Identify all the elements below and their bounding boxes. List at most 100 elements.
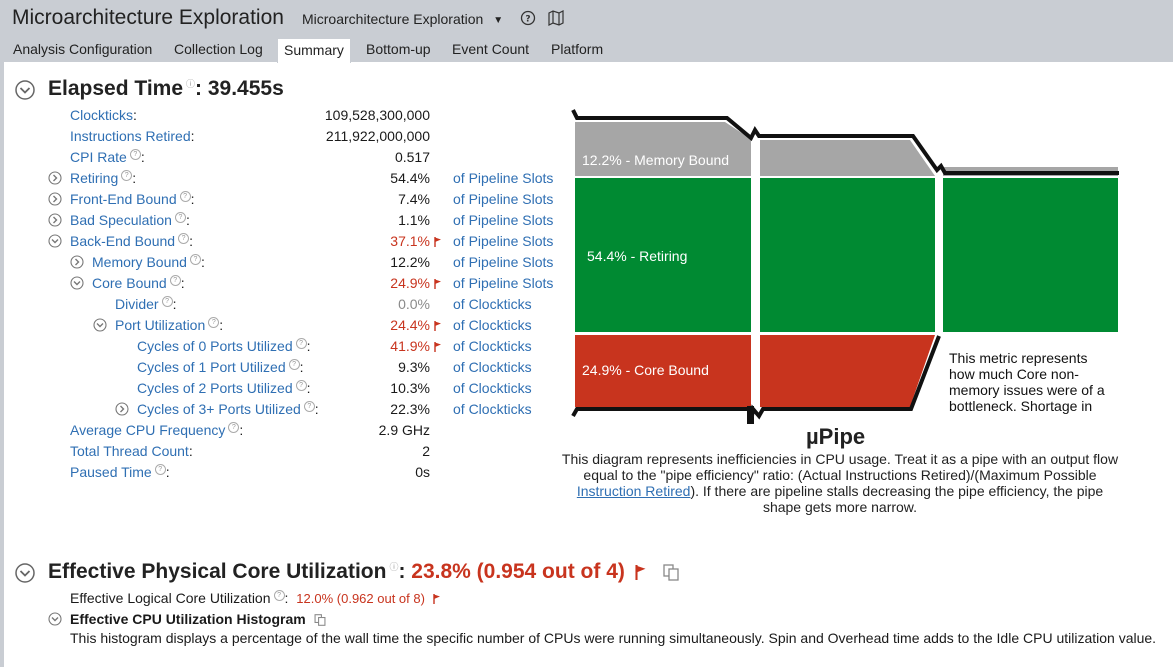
elapsed-time-heading: Elapsed Time ⓘ: 39.455s: [48, 77, 284, 101]
expand-row-icon[interactable]: [48, 213, 62, 227]
metric-value-text: 0s: [415, 464, 430, 480]
flag-icon: [434, 279, 441, 290]
metric-value: 54.4%: [280, 168, 430, 188]
collapse-row-icon[interactable]: [48, 234, 62, 248]
metric-label[interactable]: Clockticks: [70, 107, 133, 123]
help-icon[interactable]: ?: [154, 464, 166, 476]
tab-collection-log[interactable]: Collection Log: [168, 38, 269, 60]
copy-icon[interactable]: [662, 564, 679, 581]
expand-row-icon[interactable]: [115, 402, 129, 416]
metric-unit: of Clockticks: [453, 317, 532, 333]
help-icon[interactable]: ?: [129, 149, 141, 161]
metric-label[interactable]: Cycles of 1 Port Utilized: [137, 359, 286, 375]
collapse-section-icon[interactable]: [15, 80, 35, 100]
metric-value: 41.9%: [280, 336, 442, 356]
metric-row: Back-End Bound?:: [70, 233, 193, 249]
tab-event-count[interactable]: Event Count: [446, 38, 535, 60]
help-icon[interactable]: ?: [169, 275, 181, 287]
metric-value-text: 41.9%: [390, 338, 430, 354]
elapsed-time-value: : 39.455s: [195, 77, 284, 100]
collapse-section-icon[interactable]: [15, 563, 35, 583]
metric-value-text: 0.517: [394, 149, 430, 165]
metric-label[interactable]: Core Bound: [92, 275, 167, 291]
metric-label[interactable]: CPI Rate: [70, 149, 127, 165]
metric-unit: of Pipeline Slots: [453, 254, 554, 270]
metric-label[interactable]: Divider: [115, 296, 159, 312]
histogram-description: This histogram displays a percentage of …: [70, 630, 1157, 646]
tooltip: This metric represents how much Core non…: [949, 350, 1105, 414]
metric-label[interactable]: Total Thread Count: [70, 443, 189, 459]
metric-value: 10.3%: [280, 378, 430, 398]
app-title: Microarchitecture Exploration: [12, 6, 284, 29]
expand-row-icon[interactable]: [48, 171, 62, 185]
metric-row: Instructions Retired:: [70, 128, 195, 144]
logical-utilization-value: 12.0% (0.962 out of 8): [296, 591, 425, 606]
tab-summary[interactable]: Summary: [277, 38, 351, 63]
metric-label[interactable]: Back-End Bound: [70, 233, 175, 249]
metric-value-text: 22.3%: [390, 401, 430, 417]
help-icon[interactable]: ?: [208, 317, 220, 329]
histogram-title: Effective CPU Utilization Histogram: [70, 611, 306, 627]
help-icon[interactable]: ?: [178, 233, 190, 245]
tab-analysis-configuration[interactable]: Analysis Configuration: [7, 38, 158, 60]
help-icon[interactable]: ?: [520, 10, 536, 26]
help-icon[interactable]: ?: [228, 422, 240, 434]
metric-value-text: 54.4%: [390, 170, 430, 186]
metric-label[interactable]: Average CPU Frequency: [70, 422, 225, 438]
flag-icon: [635, 564, 646, 580]
pipe-caption-text-end: ). If there are pipeline stalls decreasi…: [690, 483, 1104, 515]
metric-label[interactable]: Cycles of 2 Ports Utilized: [137, 380, 293, 396]
expand-row-icon[interactable]: [70, 255, 84, 269]
tab-bottom-up[interactable]: Bottom-up: [360, 38, 437, 60]
help-icon[interactable]: ?: [273, 590, 285, 602]
metric-label[interactable]: Instructions Retired: [70, 128, 191, 144]
metric-value: 12.2%: [280, 252, 430, 272]
collapse-row-icon[interactable]: [93, 318, 107, 332]
metric-unit: of Pipeline Slots: [453, 275, 554, 291]
help-icon[interactable]: ?: [121, 170, 133, 182]
core-utilization-separator: :: [398, 560, 406, 583]
metric-value: 109,528,300,000: [280, 105, 430, 125]
metric-label[interactable]: Front-End Bound: [70, 191, 177, 207]
flag-icon: [434, 321, 441, 332]
expand-row-icon[interactable]: [48, 192, 62, 206]
help-icon[interactable]: ?: [179, 191, 191, 203]
metric-unit: of Clockticks: [453, 380, 532, 396]
viewpoint-selector[interactable]: Microarchitecture Exploration ▼: [302, 11, 503, 27]
pipe-core-seg2: [760, 335, 935, 407]
metric-label[interactable]: Retiring: [70, 170, 118, 186]
metric-value: 7.4%: [280, 189, 430, 209]
elapsed-time-label: Elapsed Time: [48, 77, 184, 100]
metric-value-text: 211,922,000,000: [325, 128, 430, 144]
metric-label[interactable]: Cycles of 0 Ports Utilized: [137, 338, 293, 354]
metric-unit: of Pipeline Slots: [453, 170, 554, 186]
help-icon[interactable]: ?: [174, 212, 186, 224]
collapse-histogram-icon[interactable]: [48, 612, 62, 626]
metric-row: Memory Bound?:: [92, 254, 205, 270]
left-border: [0, 62, 4, 667]
metric-value-text: 24.9%: [390, 275, 430, 291]
copy-icon[interactable]: [314, 614, 326, 627]
help-icon[interactable]: ?: [161, 296, 173, 308]
metric-label[interactable]: Cycles of 3+ Ports Utilized: [137, 401, 301, 417]
metric-row: Total Thread Count:: [70, 443, 193, 459]
metric-value: 0.517: [280, 147, 430, 167]
metric-label[interactable]: Port Utilization: [115, 317, 205, 333]
metric-value: 0s: [280, 462, 430, 482]
metric-label[interactable]: Memory Bound: [92, 254, 187, 270]
metric-value-text: 1.1%: [398, 212, 430, 228]
pipe-retiring-seg3: [943, 178, 1118, 332]
instruction-retired-link[interactable]: Instruction Retired: [577, 483, 691, 499]
histogram-title-row: Effective CPU Utilization Histogram: [70, 609, 326, 629]
core-utilization-label: Effective Physical Core Utilization: [48, 560, 387, 583]
help-icon[interactable]: ?: [189, 254, 201, 266]
collapse-row-icon[interactable]: [70, 276, 84, 290]
pipe-retiring-seg2: [760, 178, 935, 332]
core-utilization-value: 23.8% (0.954 out of 4): [411, 560, 625, 583]
metric-label[interactable]: Paused Time: [70, 464, 152, 480]
tab-platform[interactable]: Platform: [545, 38, 609, 60]
pipe-caption-text: This diagram represents inefficiencies i…: [561, 451, 1119, 483]
help-icon[interactable]: ⓘ: [186, 79, 195, 89]
map-icon[interactable]: [548, 10, 564, 26]
metric-label[interactable]: Bad Speculation: [70, 212, 172, 228]
